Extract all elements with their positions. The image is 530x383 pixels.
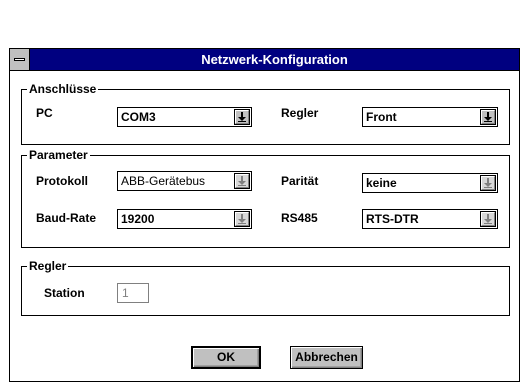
protokoll-value: ABB-Gerätebus bbox=[121, 174, 206, 188]
regler-group: Regler bbox=[21, 259, 510, 316]
baudrate-label: Baud-Rate bbox=[36, 211, 97, 225]
regler-value: Front bbox=[366, 110, 397, 124]
dropdown-arrow-icon[interactable] bbox=[234, 211, 250, 227]
station-field[interactable]: 1 bbox=[117, 283, 149, 303]
ok-button[interactable]: OK bbox=[191, 346, 261, 369]
pc-label: PC bbox=[36, 106, 53, 120]
dropdown-arrow-icon[interactable] bbox=[480, 109, 496, 125]
pc-combobox[interactable]: COM3 bbox=[117, 107, 252, 127]
station-label: Station bbox=[44, 286, 85, 300]
dialog-title: Netzwerk-Konfiguration bbox=[201, 52, 348, 67]
anschluesse-legend: Anschlüsse bbox=[27, 82, 99, 96]
dropdown-arrow-icon[interactable] bbox=[234, 109, 250, 125]
system-menu-icon[interactable] bbox=[10, 49, 30, 70]
cancel-button[interactable]: Abbrechen bbox=[290, 346, 363, 369]
parameter-legend: Parameter bbox=[27, 148, 90, 162]
regler-label: Regler bbox=[281, 106, 319, 120]
protokoll-combobox[interactable]: ABB-Gerätebus bbox=[117, 171, 252, 191]
station-value: 1 bbox=[122, 286, 129, 300]
dropdown-arrow-icon[interactable] bbox=[480, 175, 496, 191]
parameter-group: Parameter bbox=[21, 148, 510, 248]
rs485-label: RS485 bbox=[281, 211, 318, 225]
regler-combobox[interactable]: Front bbox=[362, 107, 498, 127]
protokoll-label: Protokoll bbox=[36, 174, 89, 188]
dropdown-arrow-icon[interactable] bbox=[234, 173, 250, 189]
title-bar: Netzwerk-Konfiguration bbox=[10, 49, 519, 71]
paritaet-label: Parität bbox=[281, 174, 319, 188]
rs485-value: RTS-DTR bbox=[366, 212, 419, 226]
dropdown-arrow-icon[interactable] bbox=[480, 211, 496, 227]
baudrate-value: 19200 bbox=[121, 212, 155, 226]
pc-value: COM3 bbox=[121, 110, 156, 124]
paritaet-combobox[interactable]: keine bbox=[362, 173, 498, 193]
paritaet-value: keine bbox=[366, 176, 397, 190]
rs485-combobox[interactable]: RTS-DTR bbox=[362, 209, 498, 229]
baudrate-combobox[interactable]: 19200 bbox=[117, 209, 252, 229]
regler-legend: Regler bbox=[27, 259, 69, 273]
dialog-window: Netzwerk-Konfiguration Anschlüsse PC COM… bbox=[9, 48, 520, 382]
